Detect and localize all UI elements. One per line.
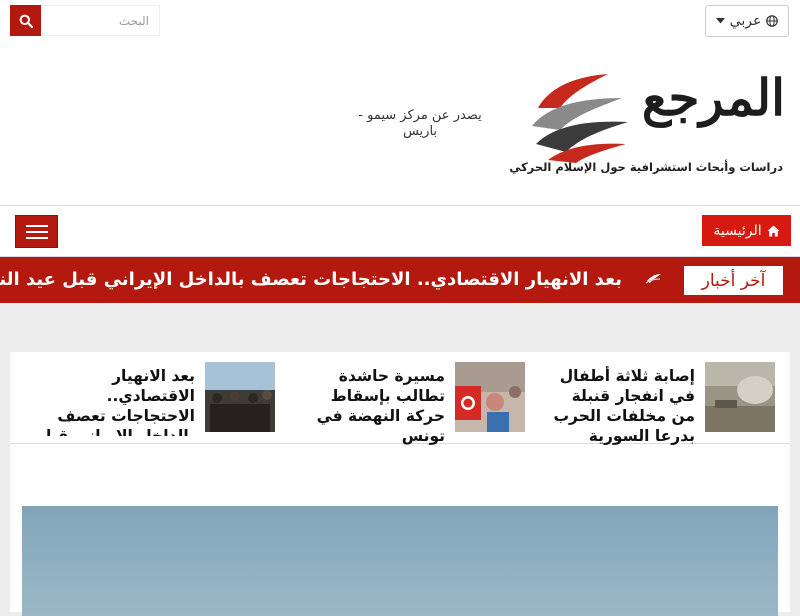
news-ticker: آخر أخبار بعد الانهيار الاقتصادي.. الاحت… <box>0 257 800 303</box>
site-logo[interactable]: المرجع دراسات وأبحاث استشرافية حول الإسل… <box>509 68 786 183</box>
news-item[interactable]: إصابة ثلاثة أطفال في انفجار قنبلة من مخل… <box>550 362 775 445</box>
nav-home-button[interactable]: الرئيسية <box>702 215 791 246</box>
headline-row: إصابة ثلاثة أطفال في انفجار قنبلة من مخل… <box>10 352 790 445</box>
site-header: عربي المرجع دراسات وأبحاث استشرافية حول … <box>0 0 800 205</box>
logo-wordmark: المرجع <box>641 68 786 127</box>
news-panel: إصابة ثلاثة أطفال في انفجار قنبلة من مخل… <box>10 352 790 616</box>
news-thumbnail[interactable] <box>205 362 275 432</box>
search-input[interactable] <box>41 5 160 36</box>
hamburger-icon-bar <box>25 224 48 227</box>
hamburger-icon-bar <box>25 230 48 233</box>
nav-home-label: الرئيسية <box>713 222 762 239</box>
news-title: بعد الانهيار الاقتصادي.. الاحتجاجات تعصف… <box>38 367 195 436</box>
news-item[interactable]: مسيرة حاشدة تطالب بإسقاط حركة النهضة في … <box>300 362 525 445</box>
news-item[interactable]: بعد الانهيار الاقتصادي.. الاحتجاجات تعصف… <box>30 362 275 436</box>
ticker-label: آخر أخبار <box>684 266 783 295</box>
search-icon <box>19 14 33 28</box>
language-label: عربي <box>729 13 762 29</box>
news-thumbnail[interactable] <box>705 362 775 432</box>
menu-toggle-button[interactable] <box>15 215 58 248</box>
main-nav: الرئيسية <box>0 205 800 257</box>
publisher-note: يصدر عن مركز سيمو - باريس <box>358 108 482 139</box>
language-selector[interactable]: عربي <box>705 5 789 37</box>
home-icon <box>767 225 780 236</box>
ticker-headline[interactable]: بعد الانهيار الاقتصادي.. الاحتجاجات تعصف… <box>0 269 622 290</box>
news-thumbnail[interactable] <box>455 362 525 432</box>
news-title: إصابة ثلاثة أطفال في انفجار قنبلة من مخل… <box>553 367 695 445</box>
logo-tagline: دراسات وأبحاث استشرافية حول الإسلام الحر… <box>509 160 783 174</box>
globe-icon <box>766 15 779 27</box>
news-title: مسيرة حاشدة تطالب بإسقاط حركة النهضة في … <box>316 367 445 445</box>
logo-swoosh-mark <box>532 74 628 163</box>
hamburger-icon-bar <box>25 236 48 239</box>
caret-down-icon <box>715 18 725 24</box>
ticker-separator-icon <box>645 274 661 284</box>
search-button[interactable] <box>10 5 41 36</box>
